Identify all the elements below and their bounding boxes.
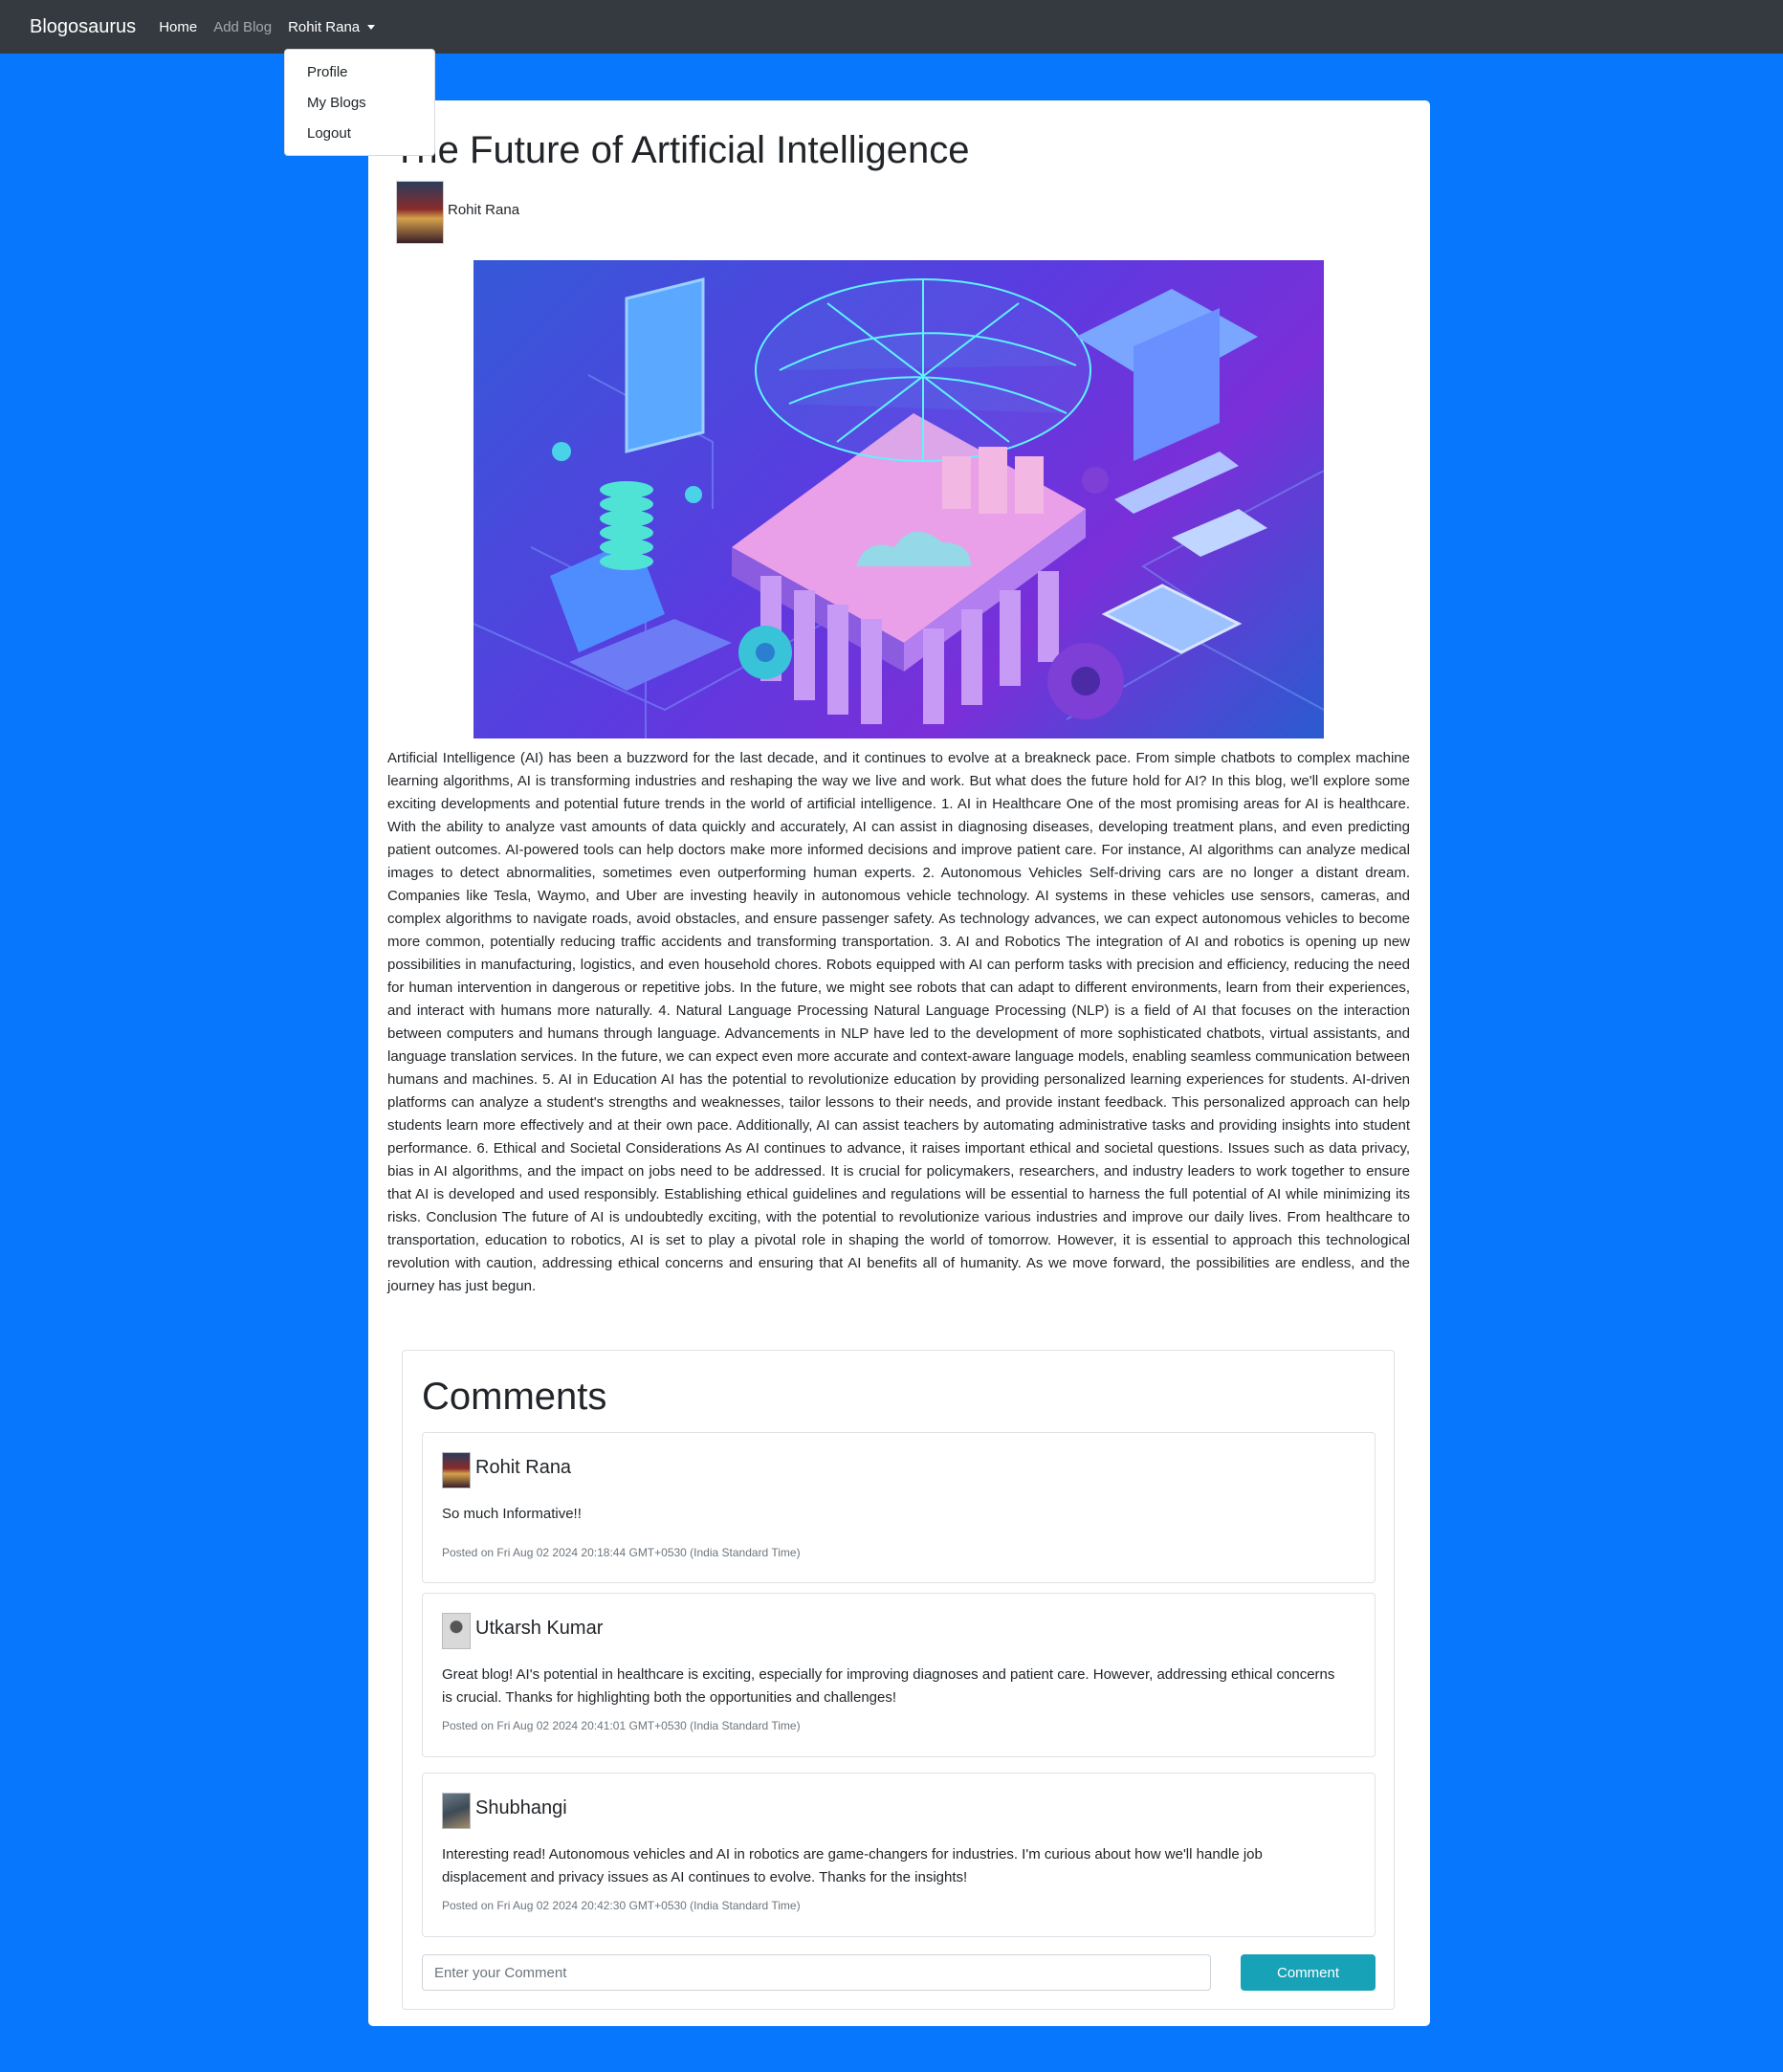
- comment-author: Utkarsh Kumar: [475, 1618, 604, 1639]
- author-avatar: [396, 181, 444, 244]
- blog-card: The Future of Artificial Intelligence Ro…: [368, 100, 1430, 2026]
- post-hero-image: [473, 260, 1324, 738]
- user-menu-label: Rohit Rana: [288, 18, 361, 35]
- comment-avatar: [442, 1452, 471, 1488]
- nav-home-link[interactable]: Home: [159, 19, 197, 35]
- navbar: Blogosaurus Home Add Blog Rohit Rana: [0, 0, 1783, 54]
- comment-card: Utkarsh Kumar Great blog! AI's potential…: [422, 1593, 1376, 1757]
- comment-text: Great blog! AI's potential in healthcare…: [442, 1666, 1335, 1706]
- comment-text: So much Informative!!: [442, 1506, 582, 1522]
- dropdown-item-my-blogs[interactable]: My Blogs: [285, 88, 434, 119]
- comment-submit-button[interactable]: Comment: [1241, 1954, 1376, 1991]
- comment-date: Posted on Fri Aug 02 2024 20:41:01 GMT+0…: [442, 1719, 801, 1732]
- dropdown-item-logout[interactable]: Logout: [285, 119, 434, 149]
- comment-avatar: [442, 1793, 471, 1829]
- comment-text: Interesting read! Autonomous vehicles an…: [442, 1846, 1263, 1885]
- comment-card: Rohit Rana So much Informative!! Posted …: [422, 1432, 1376, 1583]
- comments-title: Comments: [422, 1376, 607, 1418]
- comment-avatar: [442, 1613, 471, 1649]
- comment-date: Posted on Fri Aug 02 2024 20:42:30 GMT+0…: [442, 1899, 801, 1912]
- comment-input[interactable]: [422, 1954, 1211, 1991]
- comment-author: Rohit Rana: [475, 1457, 572, 1478]
- brand-link[interactable]: Blogosaurus: [30, 16, 136, 38]
- dropdown-item-profile[interactable]: Profile: [285, 57, 434, 88]
- ai-illustration-icon: [473, 277, 1324, 738]
- post-body: Artificial Intelligence (AI) has been a …: [387, 750, 1410, 1294]
- comment-author: Shubhangi: [475, 1797, 567, 1819]
- comment-date: Posted on Fri Aug 02 2024 20:18:44 GMT+0…: [442, 1546, 801, 1559]
- comments-section: Comments Rohit Rana So much Informative!…: [402, 1350, 1395, 2010]
- nav-add-blog-link[interactable]: Add Blog: [213, 19, 272, 35]
- comment-card: Shubhangi Interesting read! Autonomous v…: [422, 1773, 1376, 1937]
- post-title: The Future of Artificial Intelligence: [393, 129, 970, 171]
- user-menu-toggle[interactable]: Rohit Rana: [288, 18, 376, 35]
- author-name: Rohit Rana: [448, 202, 520, 218]
- user-dropdown-menu: Profile My Blogs Logout: [284, 49, 435, 156]
- caret-down-icon: [367, 24, 376, 30]
